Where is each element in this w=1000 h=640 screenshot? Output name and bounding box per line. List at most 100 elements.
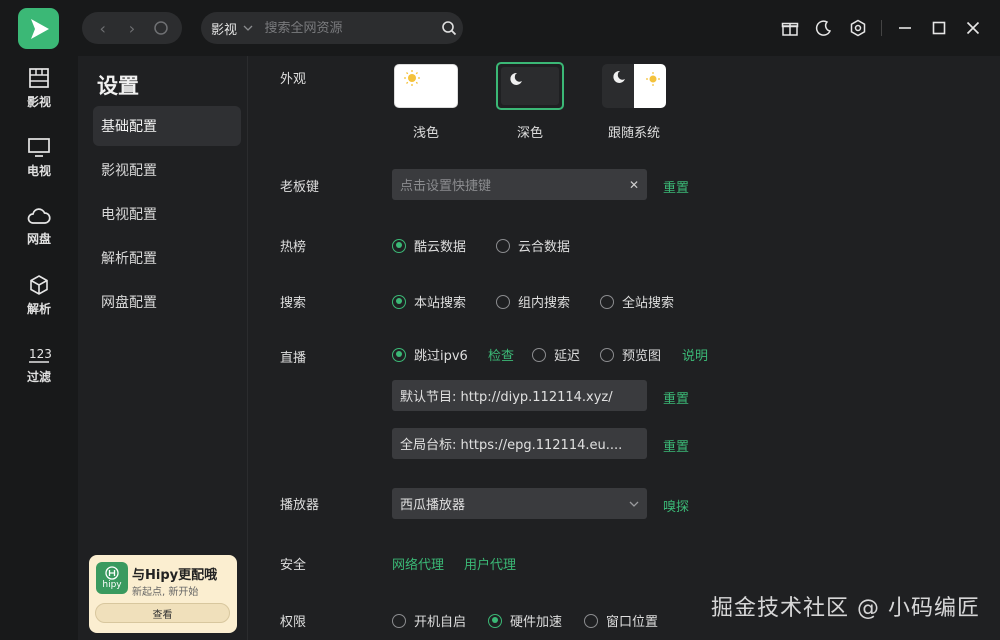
player-select[interactable]: 西瓜播放器	[392, 488, 647, 519]
clear-icon[interactable]: ✕	[629, 178, 639, 192]
rail-item-tv[interactable]: 电视	[0, 127, 78, 187]
cloud-icon	[27, 207, 51, 224]
network-proxy-link[interactable]: 网络代理	[392, 554, 444, 573]
minimize-icon[interactable]	[888, 14, 922, 42]
rail-label: 解析	[26, 301, 51, 316]
live-option-skip-ipv6[interactable]: 跳过ipv6	[392, 345, 468, 364]
theme-dark-option[interactable]	[496, 62, 564, 110]
global-logo-reset-link[interactable]: 重置	[663, 436, 689, 455]
tv-icon	[28, 137, 50, 157]
navigation-group: ‹ ›	[82, 12, 182, 44]
search-icon[interactable]	[434, 20, 463, 36]
radio-selected	[488, 613, 502, 628]
radio-unselected	[496, 238, 510, 253]
promo-subtitle: 新起点, 新开始	[132, 587, 199, 598]
live-option-delay[interactable]: 延迟	[532, 345, 580, 364]
divider	[881, 20, 882, 36]
radio-label: 云合数据	[518, 240, 571, 255]
radio-unselected	[532, 347, 546, 362]
live-explain-link[interactable]: 说明	[682, 345, 708, 364]
search-label: 搜索	[280, 296, 307, 311]
radio-selected	[392, 347, 406, 362]
radio-selected	[392, 238, 406, 253]
gift-icon[interactable]	[773, 14, 807, 42]
menu-item-basic[interactable]: 基础配置	[93, 106, 241, 146]
close-icon[interactable]	[956, 14, 990, 42]
radio-unselected	[496, 294, 510, 309]
search-input[interactable]	[264, 20, 435, 36]
radio-label: 组内搜索	[518, 296, 571, 311]
refresh-icon[interactable]	[148, 15, 174, 41]
permission-option-hwaccel[interactable]: 硬件加速	[488, 611, 562, 630]
radio-unselected	[584, 613, 598, 628]
default-channel-reset-link[interactable]: 重置	[663, 388, 689, 407]
settings-menu-panel: 设置 基础配置 影视配置 电视配置 解析配置 网盘配置 hipy 与Hipy更配…	[78, 56, 247, 640]
search-option-site[interactable]: 本站搜索	[392, 292, 466, 311]
permission-option-autostart[interactable]: 开机自启	[392, 611, 466, 630]
back-icon[interactable]: ‹	[90, 15, 116, 41]
moon-sun-icon	[613, 70, 660, 86]
promo-title: 与Hipy更配哦	[132, 568, 218, 583]
maximize-icon[interactable]	[922, 14, 956, 42]
hot-list-option-kuyun[interactable]: 酷云数据	[392, 236, 466, 255]
radio-unselected	[392, 613, 406, 628]
search-category-select[interactable]: 影视	[201, 19, 264, 38]
settings-icon[interactable]	[841, 14, 875, 42]
boss-key-placeholder: 点击设置快捷键	[400, 179, 492, 194]
rail-item-parse[interactable]: 解析	[0, 265, 78, 325]
boss-key-input[interactable]: 点击设置快捷键 ✕	[392, 169, 647, 200]
rail-item-film[interactable]: 影视	[0, 58, 78, 118]
hot-list-option-yunhe[interactable]: 云合数据	[496, 236, 570, 255]
theme-system-label: 跟随系统	[607, 126, 660, 141]
global-logo-input[interactable]: 全局台标: https://epg.112114.eu....	[392, 428, 647, 459]
default-channel-value: 默认节目: http://diyp.112114.xyz/	[400, 390, 613, 405]
player-select-value: 西瓜播放器	[400, 498, 466, 513]
moon-icon	[510, 72, 522, 85]
title-bar: ‹ › 影视	[0, 0, 1000, 56]
rail-label: 影视	[26, 94, 51, 109]
search-option-all[interactable]: 全站搜索	[600, 292, 674, 311]
boss-key-reset-link[interactable]: 重置	[663, 177, 689, 196]
menu-item-tv[interactable]: 电视配置	[93, 194, 241, 234]
menu-item-disk[interactable]: 网盘配置	[93, 282, 241, 322]
svg-text:123: 123	[29, 347, 51, 361]
promo-card: hipy 与Hipy更配哦 新起点, 新开始 查看	[89, 555, 237, 633]
radio-label: 延迟	[554, 349, 581, 364]
appearance-label: 外观	[280, 72, 307, 87]
film-icon	[29, 67, 49, 88]
permission-label: 权限	[280, 615, 307, 630]
default-channel-input[interactable]: 默认节目: http://diyp.112114.xyz/	[392, 380, 647, 411]
live-check-link[interactable]: 检查	[488, 345, 514, 364]
theme-system-option[interactable]	[602, 64, 666, 108]
app-logo-icon[interactable]	[18, 8, 59, 49]
theme-dark-label: 深色	[516, 126, 543, 141]
radio-label: 酷云数据	[414, 240, 467, 255]
watermark-text: 掘金技术社区 @ 小码编匠	[711, 596, 980, 621]
forward-icon[interactable]: ›	[119, 15, 145, 41]
123-icon: 123	[29, 347, 51, 363]
live-option-preview[interactable]: 预览图	[600, 345, 661, 364]
rail-item-filter[interactable]: 123 过滤	[0, 334, 78, 394]
rail-label: 网盘	[26, 231, 51, 246]
left-rail: 影视 电视 网盘 解析 123 过滤	[0, 56, 78, 640]
search-option-group[interactable]: 组内搜索	[496, 292, 570, 311]
user-agent-link[interactable]: 用户代理	[464, 554, 516, 573]
radio-label: 全站搜索	[622, 296, 675, 311]
promo-view-button[interactable]: 查看	[95, 603, 230, 623]
radio-label: 硬件加速	[510, 615, 563, 630]
radio-label: 跳过ipv6	[414, 349, 468, 364]
search-bar: 影视	[201, 12, 463, 44]
hot-list-label: 热榜	[280, 240, 307, 255]
permission-option-window-pos[interactable]: 窗口位置	[584, 611, 658, 630]
radio-unselected	[600, 294, 614, 309]
moon-icon[interactable]	[807, 14, 841, 42]
player-sniff-link[interactable]: 嗅探	[663, 496, 689, 515]
hipy-logo-icon: hipy	[96, 562, 128, 594]
rail-item-cloud[interactable]: 网盘	[0, 196, 78, 256]
theme-light-option[interactable]	[394, 64, 458, 108]
chevron-down-icon	[629, 501, 639, 507]
menu-item-film[interactable]: 影视配置	[93, 150, 241, 190]
menu-item-parse[interactable]: 解析配置	[93, 238, 241, 278]
rail-label: 电视	[26, 163, 51, 178]
global-logo-value: 全局台标: https://epg.112114.eu....	[400, 438, 623, 453]
